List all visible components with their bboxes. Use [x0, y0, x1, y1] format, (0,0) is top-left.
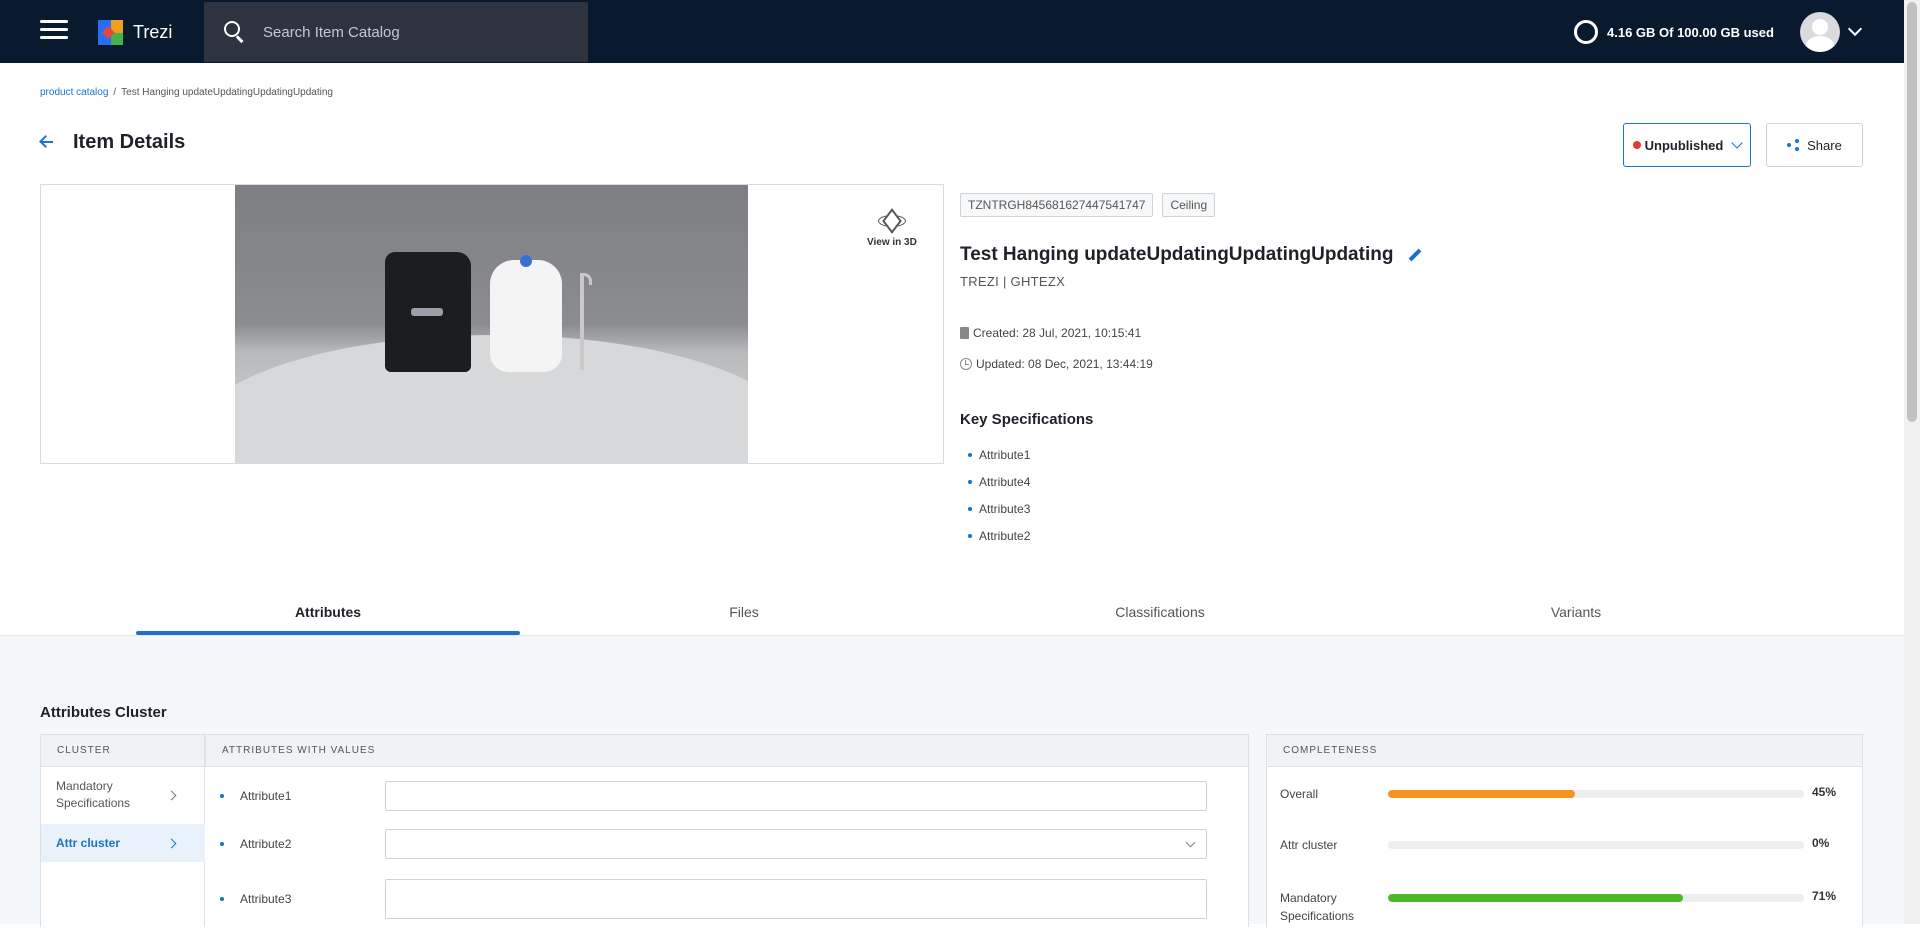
attribute-label: Attribute2 [240, 837, 292, 851]
completeness-bar [1388, 894, 1804, 902]
key-specifications-list: Attribute1 Attribute4 Attribute3 Attribu… [968, 441, 1030, 549]
completeness-label: Attr cluster [1280, 838, 1338, 852]
breadcrumb: product catalog / Test Hanging updateUpd… [40, 87, 333, 98]
updated-date: Updated: 08 Dec, 2021, 13:44:19 [960, 357, 1153, 371]
list-item: Attribute3 [968, 495, 1030, 522]
search-icon [224, 21, 246, 43]
list-item: Attribute4 [968, 468, 1030, 495]
breadcrumb-current: Test Hanging updateUpdatingUpdatingUpdat… [121, 87, 333, 98]
search-bar[interactable] [204, 2, 588, 62]
edit-pencil-icon[interactable] [1407, 248, 1422, 262]
breadcrumb-separator: / [113, 87, 117, 98]
list-item: Attribute2 [968, 522, 1030, 549]
product-image[interactable] [235, 185, 748, 463]
completeness-panel: Overall 45% Attr cluster 0% Mandatory Sp… [1266, 767, 1863, 927]
attribute-row: Attribute2 [205, 829, 1235, 859]
chevron-down-icon[interactable] [1847, 21, 1863, 37]
storage-text: 4.16 GB Of 100.00 GB used [1607, 24, 1774, 40]
share-button[interactable]: Share [1766, 123, 1863, 167]
chevron-down-icon [1731, 137, 1744, 149]
tab-attributes[interactable]: Attributes [136, 588, 520, 635]
page-scrollbar[interactable] [1904, 0, 1920, 924]
completeness-label: Mandatory Specifications [1280, 891, 1355, 923]
completeness-label: Overall [1280, 787, 1319, 801]
cluster-list: Mandatory Specifications Attr cluster [40, 767, 205, 927]
avatar[interactable] [1800, 12, 1840, 52]
scrollbar-thumb[interactable] [1907, 2, 1917, 422]
menu-icon[interactable] [40, 20, 68, 44]
completeness-value: 45% [1812, 785, 1837, 799]
share-label: Share [1807, 137, 1842, 153]
unpublished-dot-icon [1632, 141, 1641, 149]
created-text: Created: 28 Jul, 2021, 10:15:41 [973, 326, 1142, 340]
cube-3d-icon [877, 207, 906, 235]
publish-status-dropdown[interactable]: Unpublished [1623, 123, 1751, 167]
trezi-logo-icon [98, 20, 123, 45]
completeness-value: 71% [1812, 889, 1837, 903]
back-arrow-icon[interactable] [38, 133, 56, 151]
attribute3-input[interactable] [385, 879, 1207, 919]
completeness-bar [1388, 790, 1804, 798]
document-icon [960, 327, 969, 339]
attribute-row: Attribute1 [205, 781, 1235, 811]
attributes-list: Attribute1 Attribute2 Attribute3 [205, 767, 1446, 927]
item-title-text: Test Hanging updateUpdatingUpdatingUpdat… [960, 244, 1394, 265]
tab-classifications[interactable]: Classifications [968, 588, 1352, 635]
product-preview: View in 3D [40, 184, 944, 464]
tab-variants[interactable]: Variants [1384, 588, 1768, 635]
category-tag: Ceiling [1162, 193, 1216, 217]
attributes-cluster-title: Attributes Cluster [40, 704, 167, 721]
storage-ring-icon [1574, 20, 1598, 44]
item-tags: TZNTRGH845681627447541747 Ceiling [960, 193, 1216, 217]
chevron-down-icon [1185, 837, 1196, 848]
app-name: Trezi [133, 22, 173, 42]
detail-tabs: Attributes Files Classifications Variant… [0, 588, 1904, 636]
completeness-bar [1388, 841, 1804, 849]
clock-icon [960, 358, 972, 370]
cluster-item-attr-cluster[interactable]: Attr cluster [41, 824, 205, 862]
completeness-value: 0% [1812, 836, 1830, 850]
completeness-header: COMPLETENESS [1266, 734, 1863, 767]
item-brand: TREZI | GHTEZX [960, 274, 1066, 289]
search-input[interactable] [263, 23, 563, 41]
active-tab-indicator [136, 631, 520, 635]
attributes-header: ATTRIBUTES WITH VALUES [205, 734, 1249, 767]
top-bar: Trezi 4.16 GB Of 100.00 GB used [0, 0, 1904, 63]
created-date: Created: 28 Jul, 2021, 10:15:41 [960, 326, 1141, 340]
view-in-3d-button[interactable]: View in 3D [867, 207, 917, 248]
item-code-tag: TZNTRGH845681627447541747 [960, 193, 1154, 217]
chevron-right-icon [166, 790, 177, 800]
item-title: Test Hanging updateUpdatingUpdatingUpdat… [960, 244, 1422, 266]
cluster-item-mandatory[interactable]: Mandatory Specifications [41, 773, 205, 817]
share-icon [1787, 139, 1800, 151]
storage-indicator: 4.16 GB Of 100.00 GB used [1574, 20, 1774, 44]
view3d-label: View in 3D [867, 237, 917, 248]
attribute-row: Attribute3 [205, 879, 1235, 919]
status-label: Unpublished [1644, 137, 1724, 153]
attribute-label: Attribute1 [240, 789, 292, 803]
updated-text: Updated: 08 Dec, 2021, 13:44:19 [976, 357, 1153, 371]
list-item: Attribute1 [968, 441, 1030, 468]
app-logo[interactable]: Trezi [98, 20, 172, 45]
tab-files[interactable]: Files [552, 588, 936, 635]
page-title: Item Details [73, 131, 186, 153]
chevron-right-icon [166, 838, 177, 848]
completeness-fill [1388, 790, 1576, 798]
attribute2-select[interactable] [385, 829, 1207, 859]
attributes-section: Attributes Cluster CLUSTER ATTRIBUTES WI… [0, 636, 1904, 927]
key-specifications-title: Key Specifications [960, 411, 1094, 428]
attribute-label: Attribute3 [240, 892, 292, 906]
attribute1-input[interactable] [385, 781, 1207, 811]
breadcrumb-root-link[interactable]: product catalog [40, 87, 108, 98]
completeness-fill [1388, 894, 1684, 902]
cluster-header: CLUSTER [40, 734, 205, 767]
